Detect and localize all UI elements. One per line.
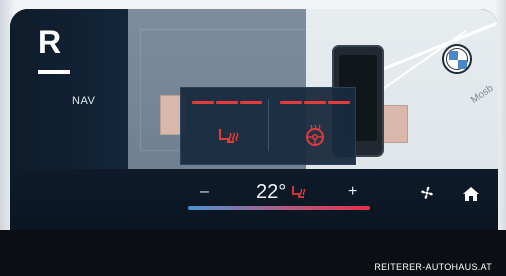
home-icon[interactable]: [462, 185, 480, 203]
seat-heating-small-icon[interactable]: [290, 183, 308, 201]
temperature-slider[interactable]: [188, 206, 370, 210]
logo-letter: R: [38, 24, 62, 60]
popup-divider: [268, 99, 269, 151]
dealer-footer: REITERER-AUTOHAUS.AT: [374, 262, 492, 272]
steering-heat-level-bar: [304, 101, 326, 104]
steering-wheel-heating-icon[interactable]: [303, 123, 327, 147]
climate-bar: [10, 169, 498, 239]
seat-heating-icon[interactable]: [216, 125, 240, 147]
steering-heat-level-bar: [328, 101, 350, 104]
map-tile: [382, 105, 408, 143]
fan-icon[interactable]: [419, 185, 435, 201]
nav-label[interactable]: NAV: [72, 95, 95, 107]
temperature-decrease-button[interactable]: –: [200, 183, 209, 201]
temperature-display[interactable]: 22°: [256, 181, 286, 204]
temperature-increase-button[interactable]: +: [348, 183, 357, 201]
steering-heat-level-bar: [280, 101, 302, 104]
seat-heat-level-bar: [216, 101, 238, 104]
seat-heat-level-bar: [192, 101, 214, 104]
seat-heat-level-bar: [240, 101, 262, 104]
logo-underline: [38, 70, 70, 74]
bmw-roundel-icon: [442, 44, 472, 74]
dealer-logo: R: [38, 26, 70, 78]
